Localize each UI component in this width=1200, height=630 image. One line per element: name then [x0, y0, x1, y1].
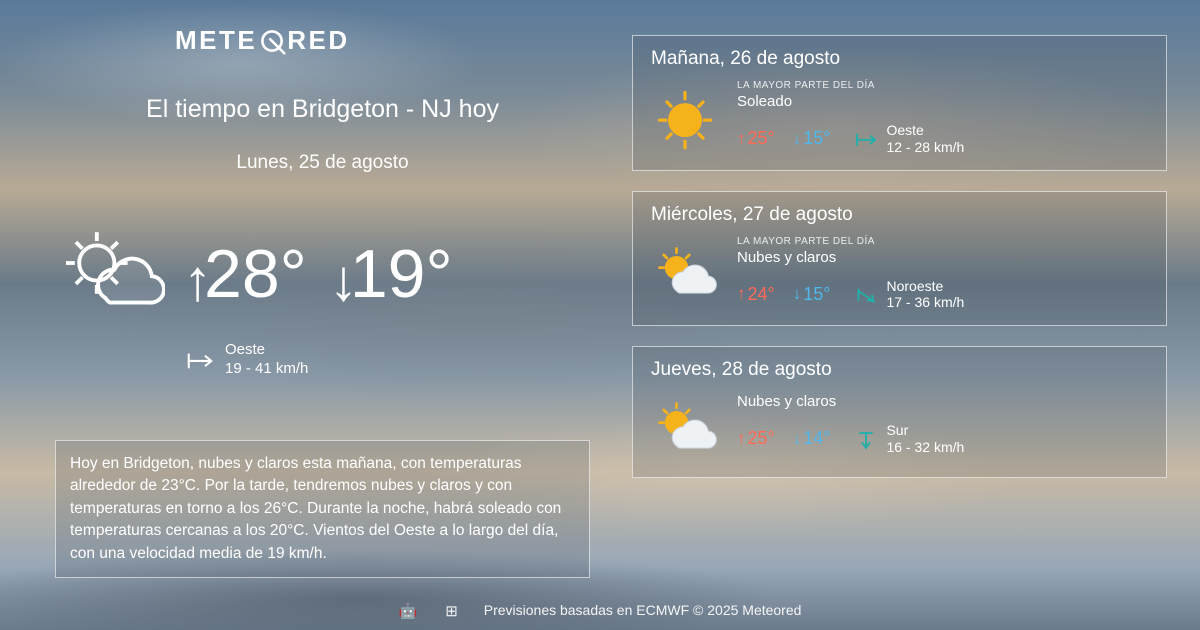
footer-text: Previsiones basadas en ECMWF © 2025 Mete… — [484, 602, 802, 618]
partly-cloudy-icon — [55, 219, 165, 329]
forecast-temp-low: ↓15° — [793, 284, 831, 305]
forecast-wind-speed: 17 - 36 km/h — [886, 294, 964, 311]
forecast-temp-high: ↑25° — [737, 428, 775, 449]
brand-text-left: METE — [175, 25, 257, 56]
forecast-hi-value: 25° — [748, 428, 775, 449]
arrow-up-icon: ↑ — [737, 129, 746, 149]
today-panel: El tiempo en Bridgeton - NJ hoy Lunes, 2… — [55, 95, 590, 379]
forecast-wind-speed: 12 - 28 km/h — [886, 139, 964, 156]
forecast-condition: Nubes y claros — [737, 393, 1148, 410]
brand-mark-icon — [258, 27, 286, 55]
brand-text-right: RED — [287, 25, 349, 56]
temp-high-value: 28° — [204, 236, 307, 312]
arrow-down-icon: ↓ — [329, 252, 358, 310]
platform-icons: 🤖 ⊞ — [399, 602, 458, 620]
wind-direction-icon — [185, 345, 215, 375]
forecast-temp-high: ↑25° — [737, 128, 775, 149]
arrow-down-icon: ↓ — [793, 284, 802, 304]
forecast-hi-value: 25° — [748, 128, 775, 149]
forecast-list: Mañana, 26 de agosto — [632, 35, 1167, 478]
forecast-lo-value: 15° — [803, 284, 830, 305]
arrow-up-icon: ↑ — [737, 429, 746, 449]
partly-cloudy-icon — [651, 240, 719, 308]
footer: 🤖 ⊞ Previsiones basadas en ECMWF © 2025 … — [0, 602, 1200, 620]
windows-icon: ⊞ — [445, 602, 458, 620]
android-icon: 🤖 — [399, 602, 418, 620]
forecast-condition: Nubes y claros — [737, 249, 1148, 266]
today-wind-text: Oeste 19 - 41 km/h — [225, 341, 308, 379]
most-of-day-label: LA MAYOR PARTE DEL DÍA — [737, 236, 1148, 247]
arrow-up-icon: ↑ — [183, 252, 212, 310]
forecast-hi-value: 24° — [748, 284, 775, 305]
forecast-wind-dir: Noroeste — [886, 278, 964, 295]
wind-direction-icon — [854, 127, 878, 151]
today-main-row: ↑28° ↓19° — [55, 219, 590, 329]
forecast-wind: Noroeste 17 - 36 km/h — [854, 278, 964, 312]
forecast-wind: Sur 16 - 32 km/h — [854, 422, 964, 456]
forecast-date: Miércoles, 27 de agosto — [651, 204, 1148, 226]
forecast-lo-value: 14° — [803, 428, 830, 449]
today-wind-dir: Oeste — [225, 341, 308, 360]
forecast-condition: Soleado — [737, 93, 1148, 110]
forecast-temp-high: ↑24° — [737, 284, 775, 305]
arrow-down-icon: ↓ — [793, 429, 802, 449]
sunny-icon — [651, 84, 719, 152]
arrow-up-icon: ↑ — [737, 284, 746, 304]
forecast-card: Miércoles, 27 de agosto — [632, 191, 1167, 327]
forecast-temp-low: ↓14° — [793, 428, 831, 449]
brand-logo: METE RED — [175, 25, 350, 56]
wind-direction-icon — [854, 282, 878, 306]
temp-high: ↑28° — [183, 240, 307, 308]
today-wind-speed: 19 - 41 km/h — [225, 360, 308, 379]
forecast-card: Jueves, 28 de agosto N — [632, 346, 1167, 478]
forecast-wind-dir: Oeste — [886, 122, 964, 139]
temp-low: ↓19° — [329, 240, 453, 308]
most-of-day-label: LA MAYOR PARTE DEL DÍA — [737, 80, 1148, 91]
partly-cloudy-icon — [651, 395, 719, 463]
forecast-wind: Oeste 12 - 28 km/h — [854, 122, 964, 156]
today-date: Lunes, 25 de agosto — [55, 152, 590, 174]
forecast-wind-speed: 16 - 32 km/h — [886, 439, 964, 456]
forecast-card: Mañana, 26 de agosto — [632, 35, 1167, 171]
today-summary: Hoy en Bridgeton, nubes y claros esta ma… — [55, 440, 590, 578]
wind-direction-icon — [854, 427, 878, 451]
arrow-down-icon: ↓ — [793, 129, 802, 149]
today-wind: Oeste 19 - 41 km/h — [185, 341, 590, 379]
forecast-lo-value: 15° — [803, 128, 830, 149]
today-temps: ↑28° ↓19° — [183, 240, 453, 308]
forecast-wind-dir: Sur — [886, 422, 964, 439]
forecast-temp-low: ↓15° — [793, 128, 831, 149]
temp-low-value: 19° — [350, 236, 453, 312]
forecast-date: Jueves, 28 de agosto — [651, 359, 1148, 381]
page-title: El tiempo en Bridgeton - NJ hoy — [55, 95, 590, 124]
forecast-date: Mañana, 26 de agosto — [651, 48, 1148, 70]
